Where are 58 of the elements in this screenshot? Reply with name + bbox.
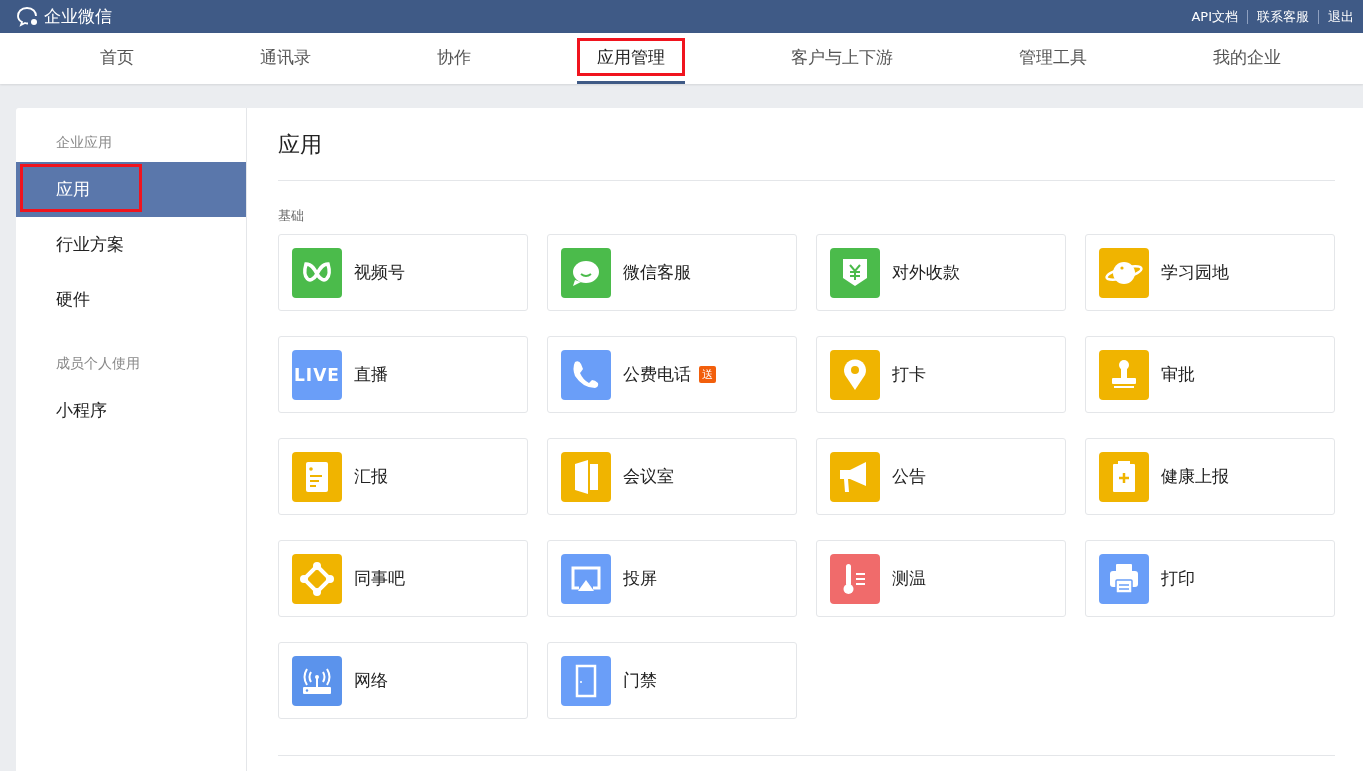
app-name: 视频号 <box>354 261 405 284</box>
page-title: 应用 <box>278 130 1335 181</box>
gift-badge: 送 <box>699 366 716 383</box>
chat-logo-icon <box>16 5 40 28</box>
app-card[interactable]: LIVE 直播 <box>278 336 528 413</box>
app-name: 门禁 <box>623 669 657 692</box>
nav-tab[interactable]: 客户与上下游 <box>771 33 913 84</box>
app-name: 审批 <box>1161 363 1195 386</box>
app-name: 公费电话 <box>623 363 691 386</box>
sidebar-item[interactable]: 行业方案 <box>16 217 246 272</box>
sidebar-item[interactable]: 小程序 <box>16 383 246 438</box>
app-name: 同事吧 <box>354 567 405 590</box>
app-name: 网络 <box>354 669 388 692</box>
app-card[interactable]: 审批 <box>1085 336 1335 413</box>
header-link[interactable]: 退出 <box>1318 9 1363 24</box>
app-card[interactable]: 投屏 <box>547 540 797 617</box>
app-card[interactable]: 网络 <box>278 642 528 719</box>
app-card[interactable]: 测温 <box>816 540 1066 617</box>
sidebar-heading: 企业应用 <box>55 134 113 152</box>
nav-tab[interactable]: 首页 <box>80 33 154 84</box>
app-card[interactable]: 视频号 <box>278 234 528 311</box>
app-name: 打印 <box>1161 567 1195 590</box>
section-heading: 基础 <box>278 207 305 225</box>
logo-text: 企业微信 <box>44 5 112 28</box>
app-name: 学习园地 <box>1161 261 1229 284</box>
sidebar-item[interactable]: 硬件 <box>16 272 246 327</box>
app-name: 会议室 <box>623 465 674 488</box>
nav-tab[interactable]: 管理工具 <box>999 33 1107 84</box>
app-name: 直播 <box>354 363 388 386</box>
app-name: 微信客服 <box>623 261 691 284</box>
app-card[interactable]: 学习园地 <box>1085 234 1335 311</box>
app-name: 公告 <box>892 465 926 488</box>
app-card[interactable]: 微信客服 <box>547 234 797 311</box>
app-card[interactable]: 打卡 <box>816 336 1066 413</box>
nav-tab[interactable]: 应用管理 <box>577 33 685 84</box>
nav-tab[interactable]: 我的企业 <box>1193 33 1301 84</box>
app-name: 打卡 <box>892 363 926 386</box>
app-name: 健康上报 <box>1161 465 1229 488</box>
sidebar-heading: 成员个人使用 <box>55 355 141 373</box>
header-link[interactable]: 联系客服 <box>1247 9 1318 24</box>
app-card[interactable]: 健康上报 <box>1085 438 1335 515</box>
app-name: 投屏 <box>623 567 657 590</box>
app-name: 汇报 <box>354 465 388 488</box>
app-card[interactable]: 汇报 <box>278 438 528 515</box>
live-icon: LIVE <box>292 349 342 400</box>
header-link[interactable]: API文档 <box>1182 9 1247 24</box>
app-name: 对外收款 <box>892 261 960 284</box>
app-name: 测温 <box>892 567 926 590</box>
nav-tab[interactable]: 通讯录 <box>240 33 331 84</box>
sidebar-item[interactable]: 应用 <box>16 162 246 217</box>
app-card[interactable]: 会议室 <box>547 438 797 515</box>
nav-tab[interactable]: 协作 <box>417 33 491 84</box>
app-card[interactable]: 同事吧 <box>278 540 528 617</box>
app-card[interactable]: 对外收款 <box>816 234 1066 311</box>
app-card[interactable]: 公费电话 送 <box>547 336 797 413</box>
app-card[interactable]: 打印 <box>1085 540 1335 617</box>
app-card[interactable]: 门禁 <box>547 642 797 719</box>
app-card[interactable]: 公告 <box>816 438 1066 515</box>
